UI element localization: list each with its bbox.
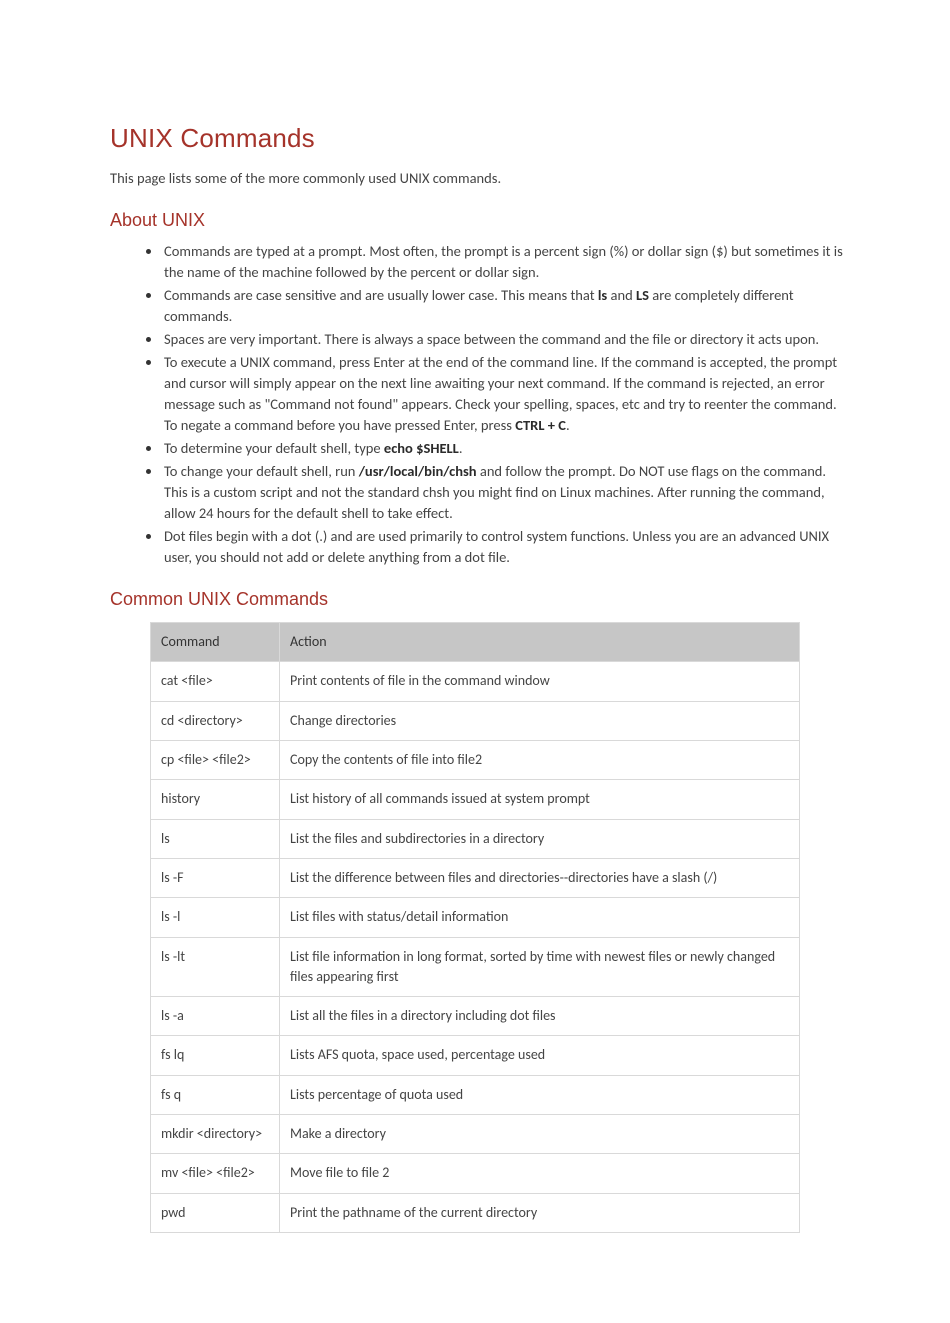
intro-paragraph: This page lists some of the more commonl… <box>110 168 845 189</box>
about-text: Commands are typed at a prompt. Most oft… <box>164 242 843 281</box>
cell-command: cp <file> <file2> <box>151 741 280 780</box>
cell-command: ls -lt <box>151 937 280 997</box>
about-item: Spaces are very important. There is alwa… <box>162 329 845 350</box>
col-header-command: Command <box>151 623 280 662</box>
cell-command: cd <directory> <box>151 701 280 740</box>
cell-action: Print the pathname of the current direct… <box>280 1193 800 1232</box>
table-row: mkdir <directory>Make a directory <box>151 1114 800 1153</box>
bold-chsh-path: /usr/local/bin/chsh <box>359 462 477 480</box>
about-text-pre: To determine your default shell, type <box>164 439 384 457</box>
cell-command: ls -l <box>151 898 280 937</box>
about-text-mid: and <box>607 286 636 304</box>
about-text: Dot files begin with a dot (.) and are u… <box>164 527 829 566</box>
cell-command: ls <box>151 819 280 858</box>
commands-table-body: cat <file>Print contents of file in the … <box>151 662 800 1232</box>
page-title: UNIX Commands <box>110 120 845 158</box>
cell-action: List the files and subdirectories in a d… <box>280 819 800 858</box>
bold-ls-upper: LS <box>636 286 649 304</box>
about-item: To execute a UNIX command, press Enter a… <box>162 352 845 436</box>
table-row: ls -FList the difference between files a… <box>151 858 800 897</box>
about-heading: About UNIX <box>110 207 845 233</box>
table-row: fs qLists percentage of quota used <box>151 1075 800 1114</box>
table-row: lsList the files and subdirectories in a… <box>151 819 800 858</box>
cell-command: mkdir <directory> <box>151 1114 280 1153</box>
about-item: To change your default shell, run /usr/l… <box>162 461 845 524</box>
cell-command: fs q <box>151 1075 280 1114</box>
about-item: Dot files begin with a dot (.) and are u… <box>162 526 845 568</box>
cell-action: List history of all commands issued at s… <box>280 780 800 819</box>
about-text: Spaces are very important. There is alwa… <box>164 330 819 348</box>
cell-action: Move file to file 2 <box>280 1154 800 1193</box>
about-text-pre: Commands are case sensitive and are usua… <box>164 286 598 304</box>
table-row: historyList history of all commands issu… <box>151 780 800 819</box>
about-list: Commands are typed at a prompt. Most oft… <box>110 241 845 568</box>
cell-action: Copy the contents of file into file2 <box>280 741 800 780</box>
cell-command: ls -F <box>151 858 280 897</box>
table-row: cd <directory>Change directories <box>151 701 800 740</box>
cell-command: mv <file> <file2> <box>151 1154 280 1193</box>
cell-command: fs lq <box>151 1036 280 1075</box>
table-row: pwdPrint the pathname of the current dir… <box>151 1193 800 1232</box>
about-text-post: . <box>566 416 570 434</box>
cell-action: Make a directory <box>280 1114 800 1153</box>
table-row: cat <file>Print contents of file in the … <box>151 662 800 701</box>
commands-table: Command Action cat <file>Print contents … <box>150 622 800 1233</box>
bold-ls: ls <box>598 286 607 304</box>
about-item: Commands are case sensitive and are usua… <box>162 285 845 327</box>
table-row: cp <file> <file2>Copy the contents of fi… <box>151 741 800 780</box>
commands-heading: Common UNIX Commands <box>110 586 845 612</box>
document-page: UNIX Commands This page lists some of th… <box>0 0 950 1323</box>
cell-action: Lists AFS quota, space used, percentage … <box>280 1036 800 1075</box>
bold-ctrl-c: CTRL + C <box>515 416 566 434</box>
about-item: To determine your default shell, type ec… <box>162 438 845 459</box>
table-row: fs lqLists AFS quota, space used, percen… <box>151 1036 800 1075</box>
about-item: Commands are typed at a prompt. Most oft… <box>162 241 845 283</box>
table-row: mv <file> <file2>Move file to file 2 <box>151 1154 800 1193</box>
cell-action: List file information in long format, so… <box>280 937 800 997</box>
col-header-action: Action <box>280 623 800 662</box>
cell-action: Print contents of file in the command wi… <box>280 662 800 701</box>
cell-action: Change directories <box>280 701 800 740</box>
cell-command: history <box>151 780 280 819</box>
cell-action: List all the files in a directory includ… <box>280 997 800 1036</box>
cell-action: Lists percentage of quota used <box>280 1075 800 1114</box>
bold-echo-shell: echo $SHELL <box>384 439 459 457</box>
cell-command: pwd <box>151 1193 280 1232</box>
about-text-post: . <box>459 439 463 457</box>
table-row: ls -aList all the files in a directory i… <box>151 997 800 1036</box>
table-header-row: Command Action <box>151 623 800 662</box>
table-row: ls -lList files with status/detail infor… <box>151 898 800 937</box>
about-text-pre: To execute a UNIX command, press Enter a… <box>164 353 837 434</box>
cell-action: List files with status/detail informatio… <box>280 898 800 937</box>
cell-command: cat <file> <box>151 662 280 701</box>
table-row: ls -ltList file information in long form… <box>151 937 800 997</box>
about-text-pre: To change your default shell, run <box>164 462 359 480</box>
cell-command: ls -a <box>151 997 280 1036</box>
cell-action: List the difference between files and di… <box>280 858 800 897</box>
